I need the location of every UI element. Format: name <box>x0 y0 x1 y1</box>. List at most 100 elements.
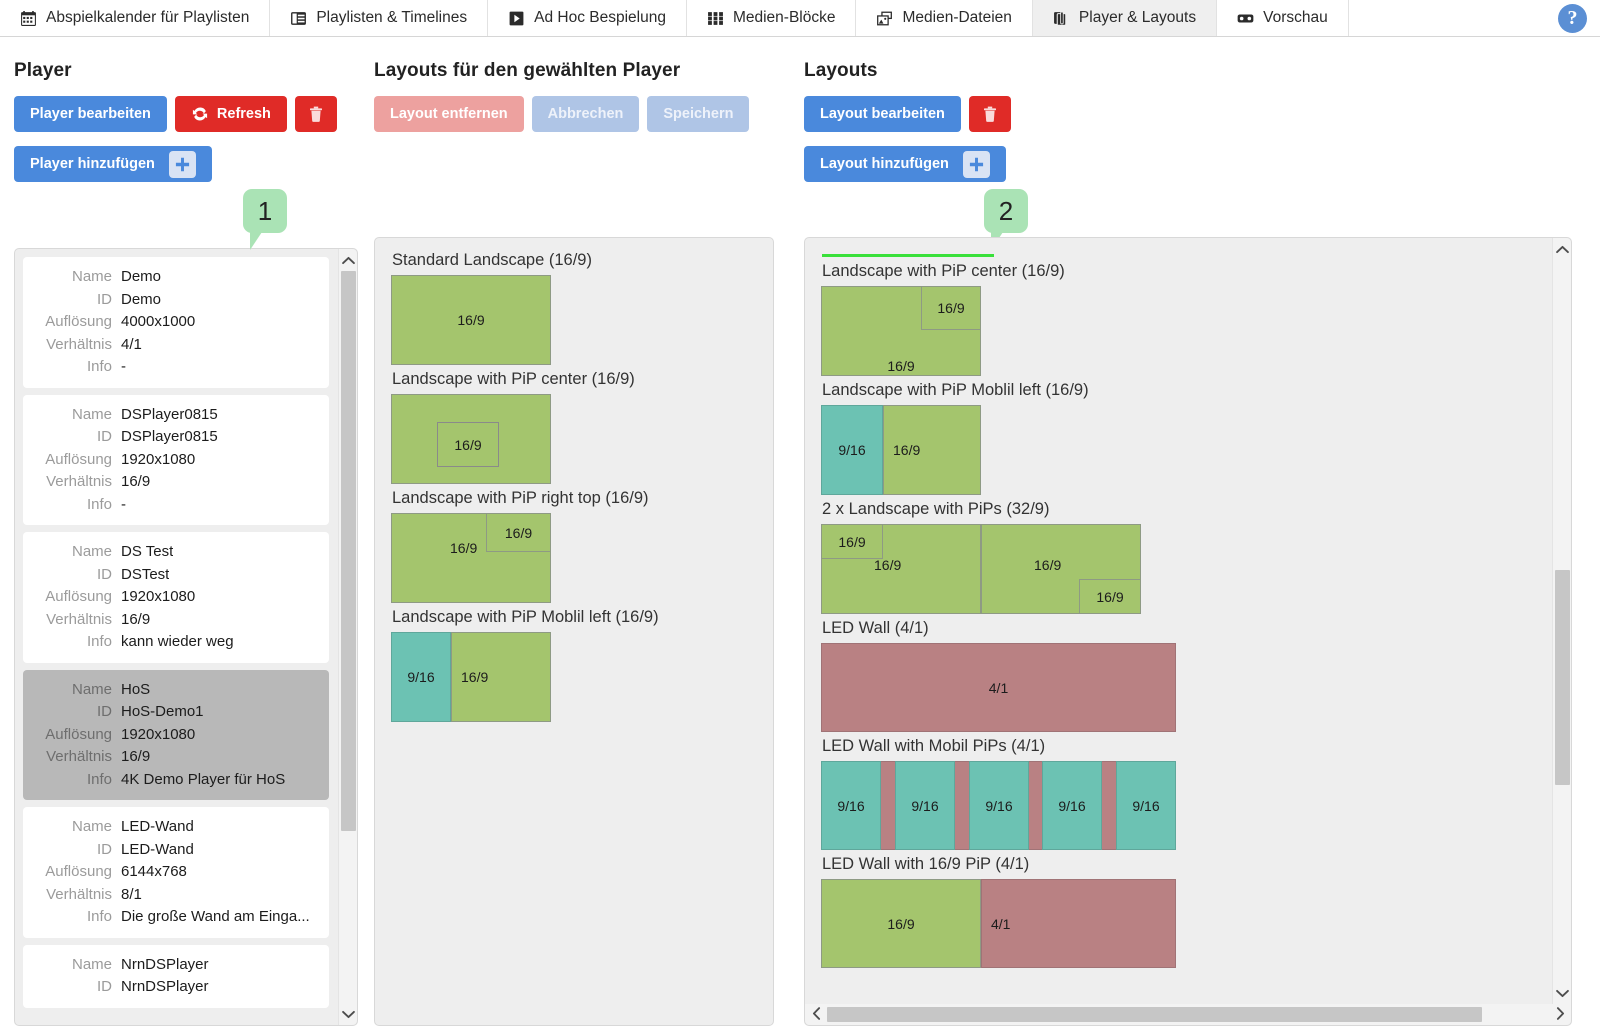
player-card[interactable]: NameDemoIDDemoAuflösung4000x1000Verhältn… <box>23 257 329 388</box>
layout-cell-mobile: 9/16 <box>1042 761 1102 850</box>
all-layouts-list[interactable]: Landscape with PiP center (16/9) 16/9 16… <box>821 248 1545 999</box>
player-card[interactable]: NameDSPlayer0815IDDSPlayer0815Auflösung1… <box>23 395 329 526</box>
layout-preview: 16/9 <box>391 275 551 365</box>
player-field-row: NameDS Test <box>23 541 323 564</box>
layout-delete-button[interactable] <box>969 96 1011 132</box>
layout-preview: 9/16 16/9 <box>821 405 981 495</box>
player-list-scrollbar[interactable] <box>338 249 357 1025</box>
calendar-icon <box>20 10 37 27</box>
player-field-label: Auflösung <box>23 861 121 884</box>
layout-add-button[interactable]: Layout hinzufügen <box>804 146 1006 182</box>
player-field-value: 4/1 <box>121 334 142 357</box>
assigned-layouts-list[interactable]: Standard Landscape (16/9) 16/9 Landscape… <box>391 248 765 1019</box>
player-card[interactable]: NameHoSIDHoS-Demo1Auflösung1920x1080Verh… <box>23 670 329 801</box>
tab-abspielkalender[interactable]: Abspielkalender für Playlisten <box>0 0 270 36</box>
tab-label: Playlisten & Timelines <box>316 9 467 27</box>
scroll-down-arrow[interactable] <box>1556 982 1569 1004</box>
player-field-label: Verhältnis <box>23 334 121 357</box>
player-field-row: IDNrnDSPlayer <box>23 976 323 999</box>
layout-edit-button[interactable]: Layout bearbeiten <box>804 96 961 132</box>
player-field-row: NameHoS <box>23 679 323 702</box>
player-field-label: Verhältnis <box>23 884 121 907</box>
tab-playlisten-timelines[interactable]: Playlisten & Timelines <box>270 0 488 36</box>
scroll-track[interactable] <box>339 271 357 1003</box>
layout-item[interactable]: Landscape with PiP center (16/9) 16/9 <box>391 367 765 484</box>
layers-icon <box>1053 10 1070 27</box>
player-card[interactable]: NameLED-WandIDLED-WandAuflösung6144x768V… <box>23 807 329 938</box>
layout-item[interactable]: LED Wall with Mobil PiPs (4/1) 9/16 9/16… <box>821 734 1545 850</box>
scroll-left-arrow[interactable] <box>805 1007 827 1023</box>
layout-add-label: Layout hinzufügen <box>820 146 949 182</box>
player-field-label: Name <box>23 266 121 289</box>
layouts-column: Layouts Layout bearbeiten Layout hinzufü… <box>802 37 1600 182</box>
scroll-track[interactable] <box>827 1007 1549 1022</box>
layout-item[interactable]: Standard Landscape (16/9) 16/9 <box>391 248 765 365</box>
player-field-row: InfoDie große Wand am Einga... <box>23 906 323 929</box>
player-add-button[interactable]: Player hinzufügen <box>14 146 212 182</box>
layouts-vertical-scrollbar[interactable] <box>1552 238 1571 1004</box>
callout-number: 1 <box>258 196 272 227</box>
player-field-label: Name <box>23 541 121 564</box>
tab-label: Ad Hoc Bespielung <box>534 9 666 27</box>
save-button[interactable]: Speichern <box>647 96 749 132</box>
scroll-up-arrow[interactable] <box>1556 238 1569 260</box>
refresh-icon <box>191 105 209 123</box>
player-list[interactable]: NameDemoIDDemoAuflösung4000x1000Verhältn… <box>23 257 329 1017</box>
tab-medien-bloecke[interactable]: Medien-Blöcke <box>687 0 857 36</box>
tab-medien-dateien[interactable]: Medien-Dateien <box>856 0 1032 36</box>
scroll-right-arrow[interactable] <box>1549 1007 1571 1023</box>
layout-item[interactable]: Landscape with PiP Moblil left (16/9) 9/… <box>821 378 1545 495</box>
player-field-label: Auflösung <box>23 449 121 472</box>
scroll-up-arrow[interactable] <box>342 249 355 271</box>
tab-label: Abspielkalender für Playlisten <box>46 9 249 27</box>
layout-cell-pip: 16/9 <box>921 286 981 330</box>
tab-vorschau[interactable]: Vorschau <box>1217 0 1349 36</box>
player-delete-button[interactable] <box>295 96 337 132</box>
player-edit-button[interactable]: Player bearbeiten <box>14 96 167 132</box>
player-field-value: DSPlayer0815 <box>121 404 218 427</box>
player-refresh-button[interactable]: Refresh <box>175 96 287 132</box>
scroll-thumb[interactable] <box>827 1007 1482 1022</box>
scroll-track[interactable] <box>1553 260 1571 982</box>
layout-item[interactable]: 2 x Landscape with PiPs (32/9) 16/9 16/9… <box>821 497 1545 614</box>
layout-preview: 16/9 4/1 <box>821 879 1176 968</box>
cancel-button[interactable]: Abbrechen <box>532 96 640 132</box>
layout-cell-mobile: 9/16 <box>1116 761 1176 850</box>
tab-label: Medien-Blöcke <box>733 9 836 27</box>
player-field-label: Name <box>23 954 121 977</box>
layout-cell-pip: 16/9 <box>437 422 499 467</box>
player-field-value: NrnDSPlayer <box>121 954 209 977</box>
player-field-label: Verhältnis <box>23 609 121 632</box>
layout-item[interactable]: Landscape with PiP Moblil left (16/9) 9/… <box>391 605 765 722</box>
help-icon[interactable]: ? <box>1558 4 1587 33</box>
player-field-value: LED-Wand <box>121 839 194 862</box>
player-field-value: 4000x1000 <box>121 311 195 334</box>
player-field-value: 16/9 <box>121 471 150 494</box>
layout-item[interactable]: Landscape with PiP right top (16/9) 16/9… <box>391 486 765 603</box>
player-card[interactable]: NameDS TestIDDSTestAuflösung1920x1080Ver… <box>23 532 329 663</box>
layout-remove-button[interactable]: Layout entfernen <box>374 96 524 132</box>
layouts-horizontal-scrollbar[interactable] <box>805 1004 1571 1025</box>
layout-cell: 16/9 <box>451 632 551 722</box>
layout-item[interactable]: LED Wall with 16/9 PiP (4/1) 16/9 4/1 <box>821 852 1545 968</box>
player-field-label: Auflösung <box>23 586 121 609</box>
layout-name: Landscape with PiP right top (16/9) <box>391 486 765 513</box>
layout-item[interactable]: Landscape with PiP center (16/9) 16/9 16… <box>821 259 1545 376</box>
player-field-row: Auflösung1920x1080 <box>23 586 323 609</box>
scroll-thumb[interactable] <box>341 271 356 831</box>
player-field-label: Name <box>23 679 121 702</box>
player-field-label: Auflösung <box>23 724 121 747</box>
scroll-thumb[interactable] <box>1555 570 1570 785</box>
layout-name: 2 x Landscape with PiPs (32/9) <box>821 497 1545 524</box>
player-field-label: ID <box>23 976 121 999</box>
player-card[interactable]: NameNrnDSPlayerIDNrnDSPlayer <box>23 945 329 1008</box>
tab-ad-hoc-bespielung[interactable]: Ad Hoc Bespielung <box>488 0 687 36</box>
player-field-label: Name <box>23 816 121 839</box>
scroll-down-arrow[interactable] <box>342 1003 355 1025</box>
player-button-row-1: Player bearbeiten Refresh <box>14 96 372 132</box>
layout-item[interactable]: LED Wall (4/1) 4/1 <box>821 616 1545 732</box>
tab-player-layouts[interactable]: Player & Layouts <box>1033 0 1217 36</box>
player-field-label: Name <box>23 404 121 427</box>
player-field-row: Verhältnis4/1 <box>23 334 323 357</box>
mid-button-row: Layout entfernen Abbrechen Speichern <box>374 96 802 132</box>
